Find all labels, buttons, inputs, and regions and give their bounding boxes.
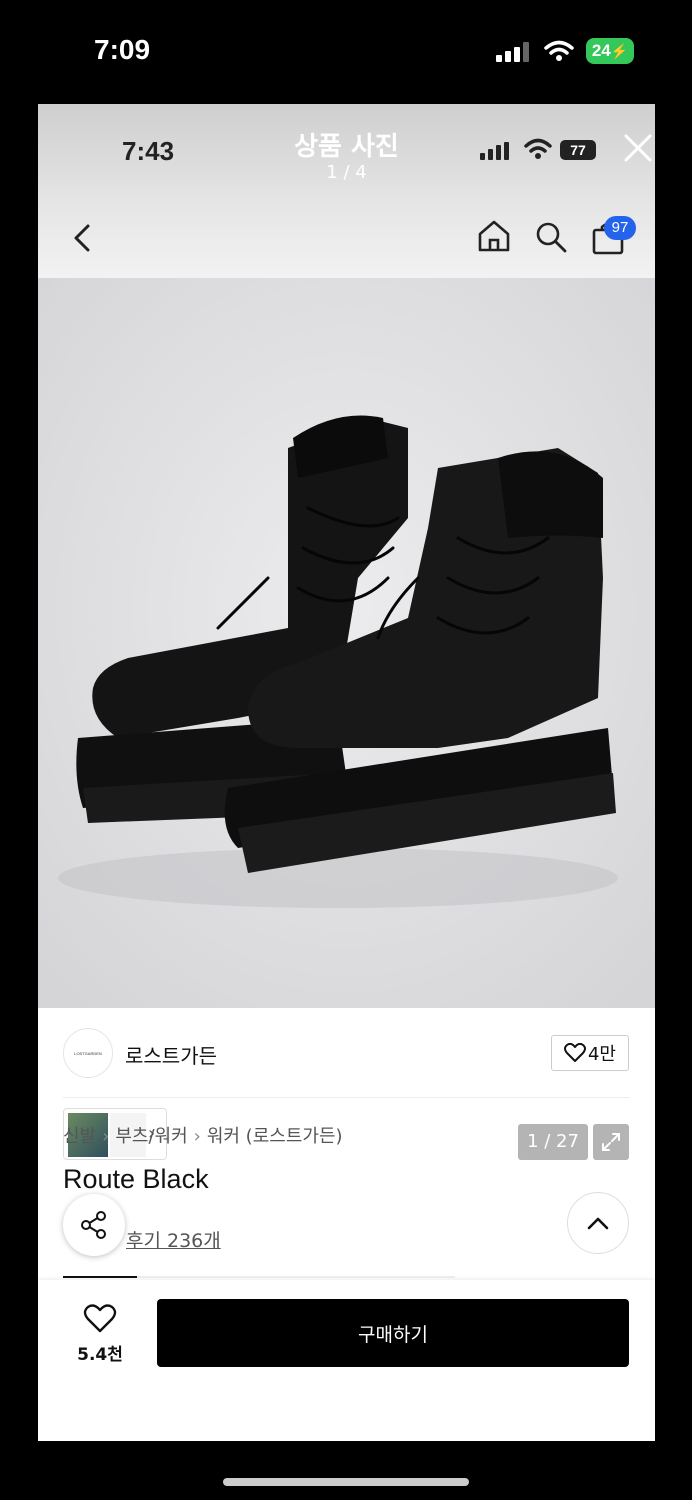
outer-status-bar: 7:09 24 ⚡ (0, 0, 692, 104)
brand-like-button[interactable]: 4만 (551, 1035, 629, 1071)
battery-indicator: 24 ⚡ (586, 38, 634, 64)
chevron-right-icon: › (193, 1126, 201, 1147)
scroll-top-button[interactable] (567, 1192, 629, 1254)
wishlist-button[interactable]: 5.4천 (62, 1304, 138, 1368)
inner-battery-indicator: 77 (560, 140, 596, 160)
review-link[interactable]: 후기 236개 (126, 1226, 221, 1253)
image-counter: 1 / 27 (518, 1124, 588, 1160)
charging-icon: ⚡ (610, 42, 629, 59)
chevron-right-icon: › (102, 1126, 110, 1147)
photo-viewer-header: 7:43 상품 사진 1 / 4 77 97 (38, 104, 655, 278)
back-chevron-icon[interactable] (70, 220, 94, 256)
home-indicator[interactable] (223, 1478, 469, 1486)
brand-like-count: 4만 (587, 1044, 616, 1065)
inner-signal-icon (480, 142, 509, 160)
product-name: Route Black (63, 1164, 209, 1194)
close-icon[interactable] (622, 132, 654, 164)
cart-badge: 97 (604, 216, 636, 240)
wifi-icon (544, 40, 574, 61)
boots-image (38, 278, 655, 1008)
brand-name[interactable]: 로스트가든 (125, 1040, 217, 1069)
heart-icon (83, 1304, 117, 1333)
brand-logo[interactable]: LOSTGARDEN (63, 1028, 113, 1078)
purchase-bar: 5.4천 구매하기 (38, 1280, 655, 1441)
breadcrumb: 신발 › 부츠/워커 › 워커 (로스트가든) (63, 1122, 343, 1148)
breadcrumb-item[interactable]: 워커 (로스트가든) (207, 1126, 343, 1147)
expand-icon[interactable] (593, 1124, 629, 1160)
search-icon[interactable] (534, 220, 568, 254)
outer-time: 7:09 (94, 34, 151, 65)
brand-logo-text: LOSTGARDEN (74, 1050, 102, 1056)
brand-row[interactable]: LOSTGARDEN 로스트가든 4만 (63, 1028, 630, 1098)
tab-active-indicator (63, 1276, 137, 1278)
product-photo[interactable]: › 1 / 27 (38, 278, 655, 1160)
share-button[interactable] (63, 1194, 125, 1256)
chevron-up-icon (587, 1217, 609, 1230)
battery-level: 24 (591, 41, 611, 60)
breadcrumb-item[interactable]: 부츠/워커 (115, 1126, 187, 1147)
breadcrumb-item[interactable]: 신발 (63, 1126, 96, 1147)
signal-icon (496, 42, 529, 62)
wishlist-count: 5.4천 (77, 1345, 123, 1365)
home-icon[interactable] (476, 218, 512, 254)
share-icon (81, 1211, 106, 1239)
app-screen: 7:43 상품 사진 1 / 4 77 97 › 1 / 27 LOSTGARD… (38, 104, 655, 1441)
buy-button[interactable]: 구매하기 (157, 1299, 629, 1367)
inner-wifi-icon (524, 138, 552, 159)
heart-icon (563, 1043, 586, 1062)
viewer-count: 1 / 4 (326, 162, 367, 183)
